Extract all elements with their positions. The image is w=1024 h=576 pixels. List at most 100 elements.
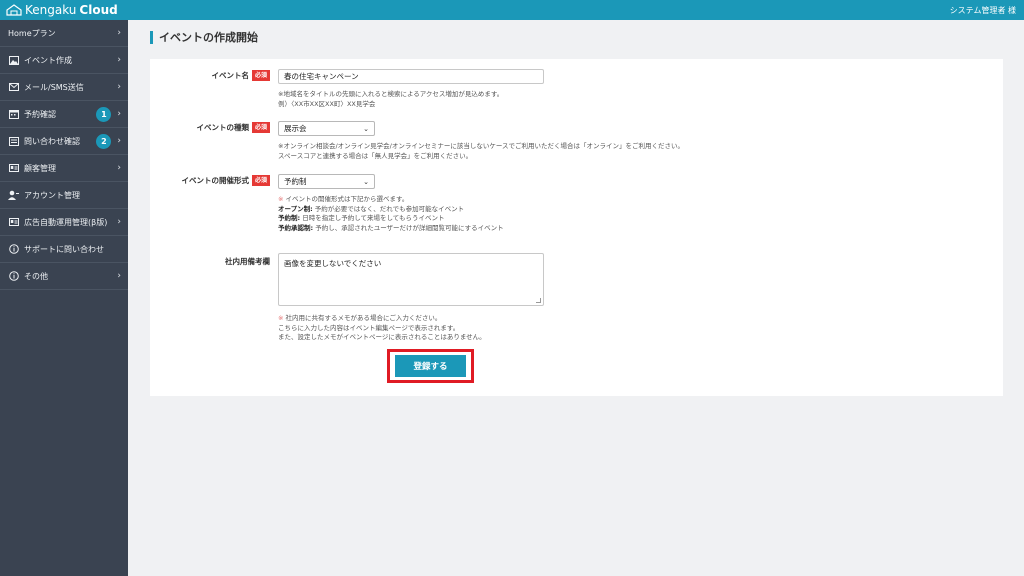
- chevron-right-icon: ›: [117, 217, 121, 227]
- sidebar-item-create-event[interactable]: イベント作成 ›: [0, 47, 128, 74]
- chevron-right-icon: ›: [117, 136, 121, 146]
- chevron-right-icon: ›: [117, 55, 121, 65]
- event-name-label: イベント名 必須: [211, 70, 270, 81]
- event-type-select[interactable]: 展示会 ⌄: [278, 121, 375, 136]
- sidebar-item-label: 顧客管理: [24, 163, 56, 173]
- user-icon: [8, 190, 19, 201]
- sidebar-item-label: 広告自動運用管理(β版): [24, 217, 108, 227]
- image-icon: [8, 55, 19, 66]
- memo-help: ※ 社内用に共有するメモがある場合にご入力ください。 こちらに入力した内容はイベ…: [278, 314, 486, 343]
- event-name-help: ※地域名をタイトルの先頭に入れると検索によるアクセス増加が見込めます。 例）〈X…: [278, 90, 503, 109]
- chevron-right-icon: ›: [117, 28, 121, 38]
- sidebar-item-label: 予約確認: [24, 109, 56, 119]
- required-badge: 必須: [251, 70, 270, 81]
- chevron-right-icon: ›: [117, 271, 121, 281]
- event-type-label-cell: イベントの種類 必須: [150, 122, 270, 134]
- page-title-text: イベントの作成開始: [159, 31, 258, 44]
- sidebar-item-support[interactable]: サポートに問い合わせ: [0, 236, 128, 263]
- event-type-label: イベントの種類 必須: [196, 122, 270, 133]
- sidebar-item-customers[interactable]: 顧客管理 ›: [0, 155, 128, 182]
- event-name-label-cell: イベント名 必須: [150, 70, 270, 82]
- required-badge: 必須: [251, 122, 270, 133]
- house-logo-icon: [6, 4, 22, 16]
- sidebar-item-label: アカウント管理: [24, 190, 80, 200]
- id-card-icon: [8, 163, 19, 174]
- help-line: ※ イベントの開催形式は下記から選べます。: [278, 195, 504, 205]
- format-desc: 日時を指定し予約して来場をしてもらうイベント: [302, 214, 445, 222]
- top-bar: Kengaku Cloud システム管理者 様: [0, 0, 1024, 20]
- event-form-card: イベント名 必須 春の住宅キャンペーン ※地域名をタイトルの先頭に入れると検索に…: [150, 59, 1003, 396]
- help-text: 社内用に共有するメモがある場合にご入力ください。: [285, 314, 442, 322]
- memo-label: 社内用備考欄: [225, 257, 270, 266]
- help-line: 予約承認制: 予約し、承認されたユーザーだけが詳細閲覧可能にするイベント: [278, 224, 504, 234]
- sidebar-item-label: サポートに問い合わせ: [24, 244, 104, 254]
- register-button[interactable]: 登録する: [395, 355, 466, 377]
- asterisk-icon: ※: [278, 195, 286, 203]
- title-accent-bar: [150, 30, 153, 44]
- memo-text: 画像を変更しないでください: [284, 259, 382, 268]
- format-term: 予約制:: [278, 214, 301, 222]
- help-line: こちらに入力した内容はイベント編集ページで表示されます。: [278, 323, 460, 332]
- info-icon: [8, 244, 19, 255]
- event-type-selected: 展示会: [284, 124, 307, 133]
- event-format-label: イベントの開催形式 必須: [181, 175, 270, 186]
- sidebar-item-label: Homeプラン: [8, 28, 56, 38]
- sidebar-item-inquiries[interactable]: 問い合わせ確認 2 ›: [0, 128, 128, 155]
- notification-badge: 1: [96, 106, 112, 122]
- resize-handle-icon[interactable]: [536, 298, 541, 303]
- memo-label-cell: 社内用備考欄: [150, 256, 270, 268]
- chevron-down-icon: ⌄: [363, 177, 369, 186]
- sidebar-item-label: 問い合わせ確認: [24, 136, 80, 146]
- app-logo[interactable]: Kengaku Cloud: [6, 3, 118, 17]
- event-type-label-text: イベントの種類: [196, 123, 249, 132]
- sidebar: Homeプラン › イベント作成 › メール/SMS送信 › 予約確認 1 › …: [0, 20, 128, 576]
- asterisk-icon: ※: [278, 314, 286, 322]
- event-name-input[interactable]: 春の住宅キャンペーン: [278, 69, 544, 84]
- help-intro: イベントの開催形式は下記から選べます。: [285, 195, 409, 203]
- help-line: また、設定したメモがイベントページに表示されることはありません。: [278, 333, 486, 341]
- sidebar-item-mail-sms[interactable]: メール/SMS送信 ›: [0, 74, 128, 101]
- chevron-right-icon: ›: [117, 109, 121, 119]
- event-format-label-cell: イベントの開催形式 必須: [150, 175, 270, 187]
- sidebar-item-home-plan[interactable]: Homeプラン ›: [0, 20, 128, 47]
- inbox-icon: [8, 136, 19, 147]
- event-format-label-text: イベントの開催形式: [181, 176, 249, 185]
- event-format-help: ※ イベントの開催形式は下記から選べます。 オープン制: 予約が必要ではなく、だ…: [278, 195, 504, 233]
- event-format-selected: 予約制: [284, 177, 307, 186]
- required-badge: 必須: [251, 175, 270, 186]
- event-name-label-text: イベント名: [211, 71, 249, 80]
- help-line: ※オンライン相談会/オンライン見学会/オンラインセミナーに該当しないケースでご利…: [278, 142, 685, 150]
- sidebar-item-accounts[interactable]: アカウント管理: [0, 182, 128, 209]
- page-title: イベントの作成開始: [150, 29, 258, 45]
- event-type-help: ※オンライン相談会/オンライン見学会/オンラインセミナーに該当しないケースでご利…: [278, 142, 684, 161]
- user-menu[interactable]: システム管理者 様: [950, 5, 1016, 16]
- sidebar-item-label: その他: [24, 271, 48, 281]
- sidebar-item-other[interactable]: その他 ›: [0, 263, 128, 290]
- id-card-icon: [8, 217, 19, 228]
- sidebar-item-ad-automation[interactable]: 広告自動運用管理(β版) ›: [0, 209, 128, 236]
- logo-text: Kengaku: [25, 3, 77, 17]
- info-icon: [8, 271, 19, 282]
- memo-textarea[interactable]: 画像を変更しないでください: [278, 253, 544, 306]
- format-desc: 予約し、承認されたユーザーだけが詳細閲覧可能にするイベント: [315, 223, 504, 232]
- format-term: 予約承認制:: [278, 223, 314, 232]
- chevron-right-icon: ›: [117, 82, 121, 92]
- chevron-right-icon: ›: [117, 163, 121, 173]
- sidebar-item-reservations[interactable]: 予約確認 1 ›: [0, 101, 128, 128]
- chevron-down-icon: ⌄: [363, 124, 369, 133]
- notification-badge: 2: [96, 133, 112, 149]
- submit-highlight-box: 登録する: [387, 349, 474, 383]
- sidebar-item-label: メール/SMS送信: [24, 82, 84, 92]
- mail-icon: [8, 82, 19, 93]
- help-line: 予約制: 日時を指定し予約して来場をしてもらうイベント: [278, 214, 504, 224]
- logo-text-bold: Cloud: [79, 3, 118, 17]
- format-desc: 予約が必要ではなく、だれでも参加可能なイベント: [314, 204, 465, 213]
- help-line: 例）〈XX市XX区XX町〉XX見学会: [278, 99, 376, 108]
- sidebar-item-label: イベント作成: [24, 55, 72, 65]
- help-line: スペースコアと連携する場合は「無人見学会」をご利用ください。: [278, 151, 473, 160]
- help-line: ※地域名をタイトルの先頭に入れると検索によるアクセス増加が見込めます。: [278, 90, 504, 98]
- calendar-icon: [8, 109, 19, 120]
- help-line: ※ 社内用に共有するメモがある場合にご入力ください。: [278, 314, 486, 324]
- event-format-select[interactable]: 予約制 ⌄: [278, 174, 375, 189]
- format-term: オープン制:: [278, 204, 313, 213]
